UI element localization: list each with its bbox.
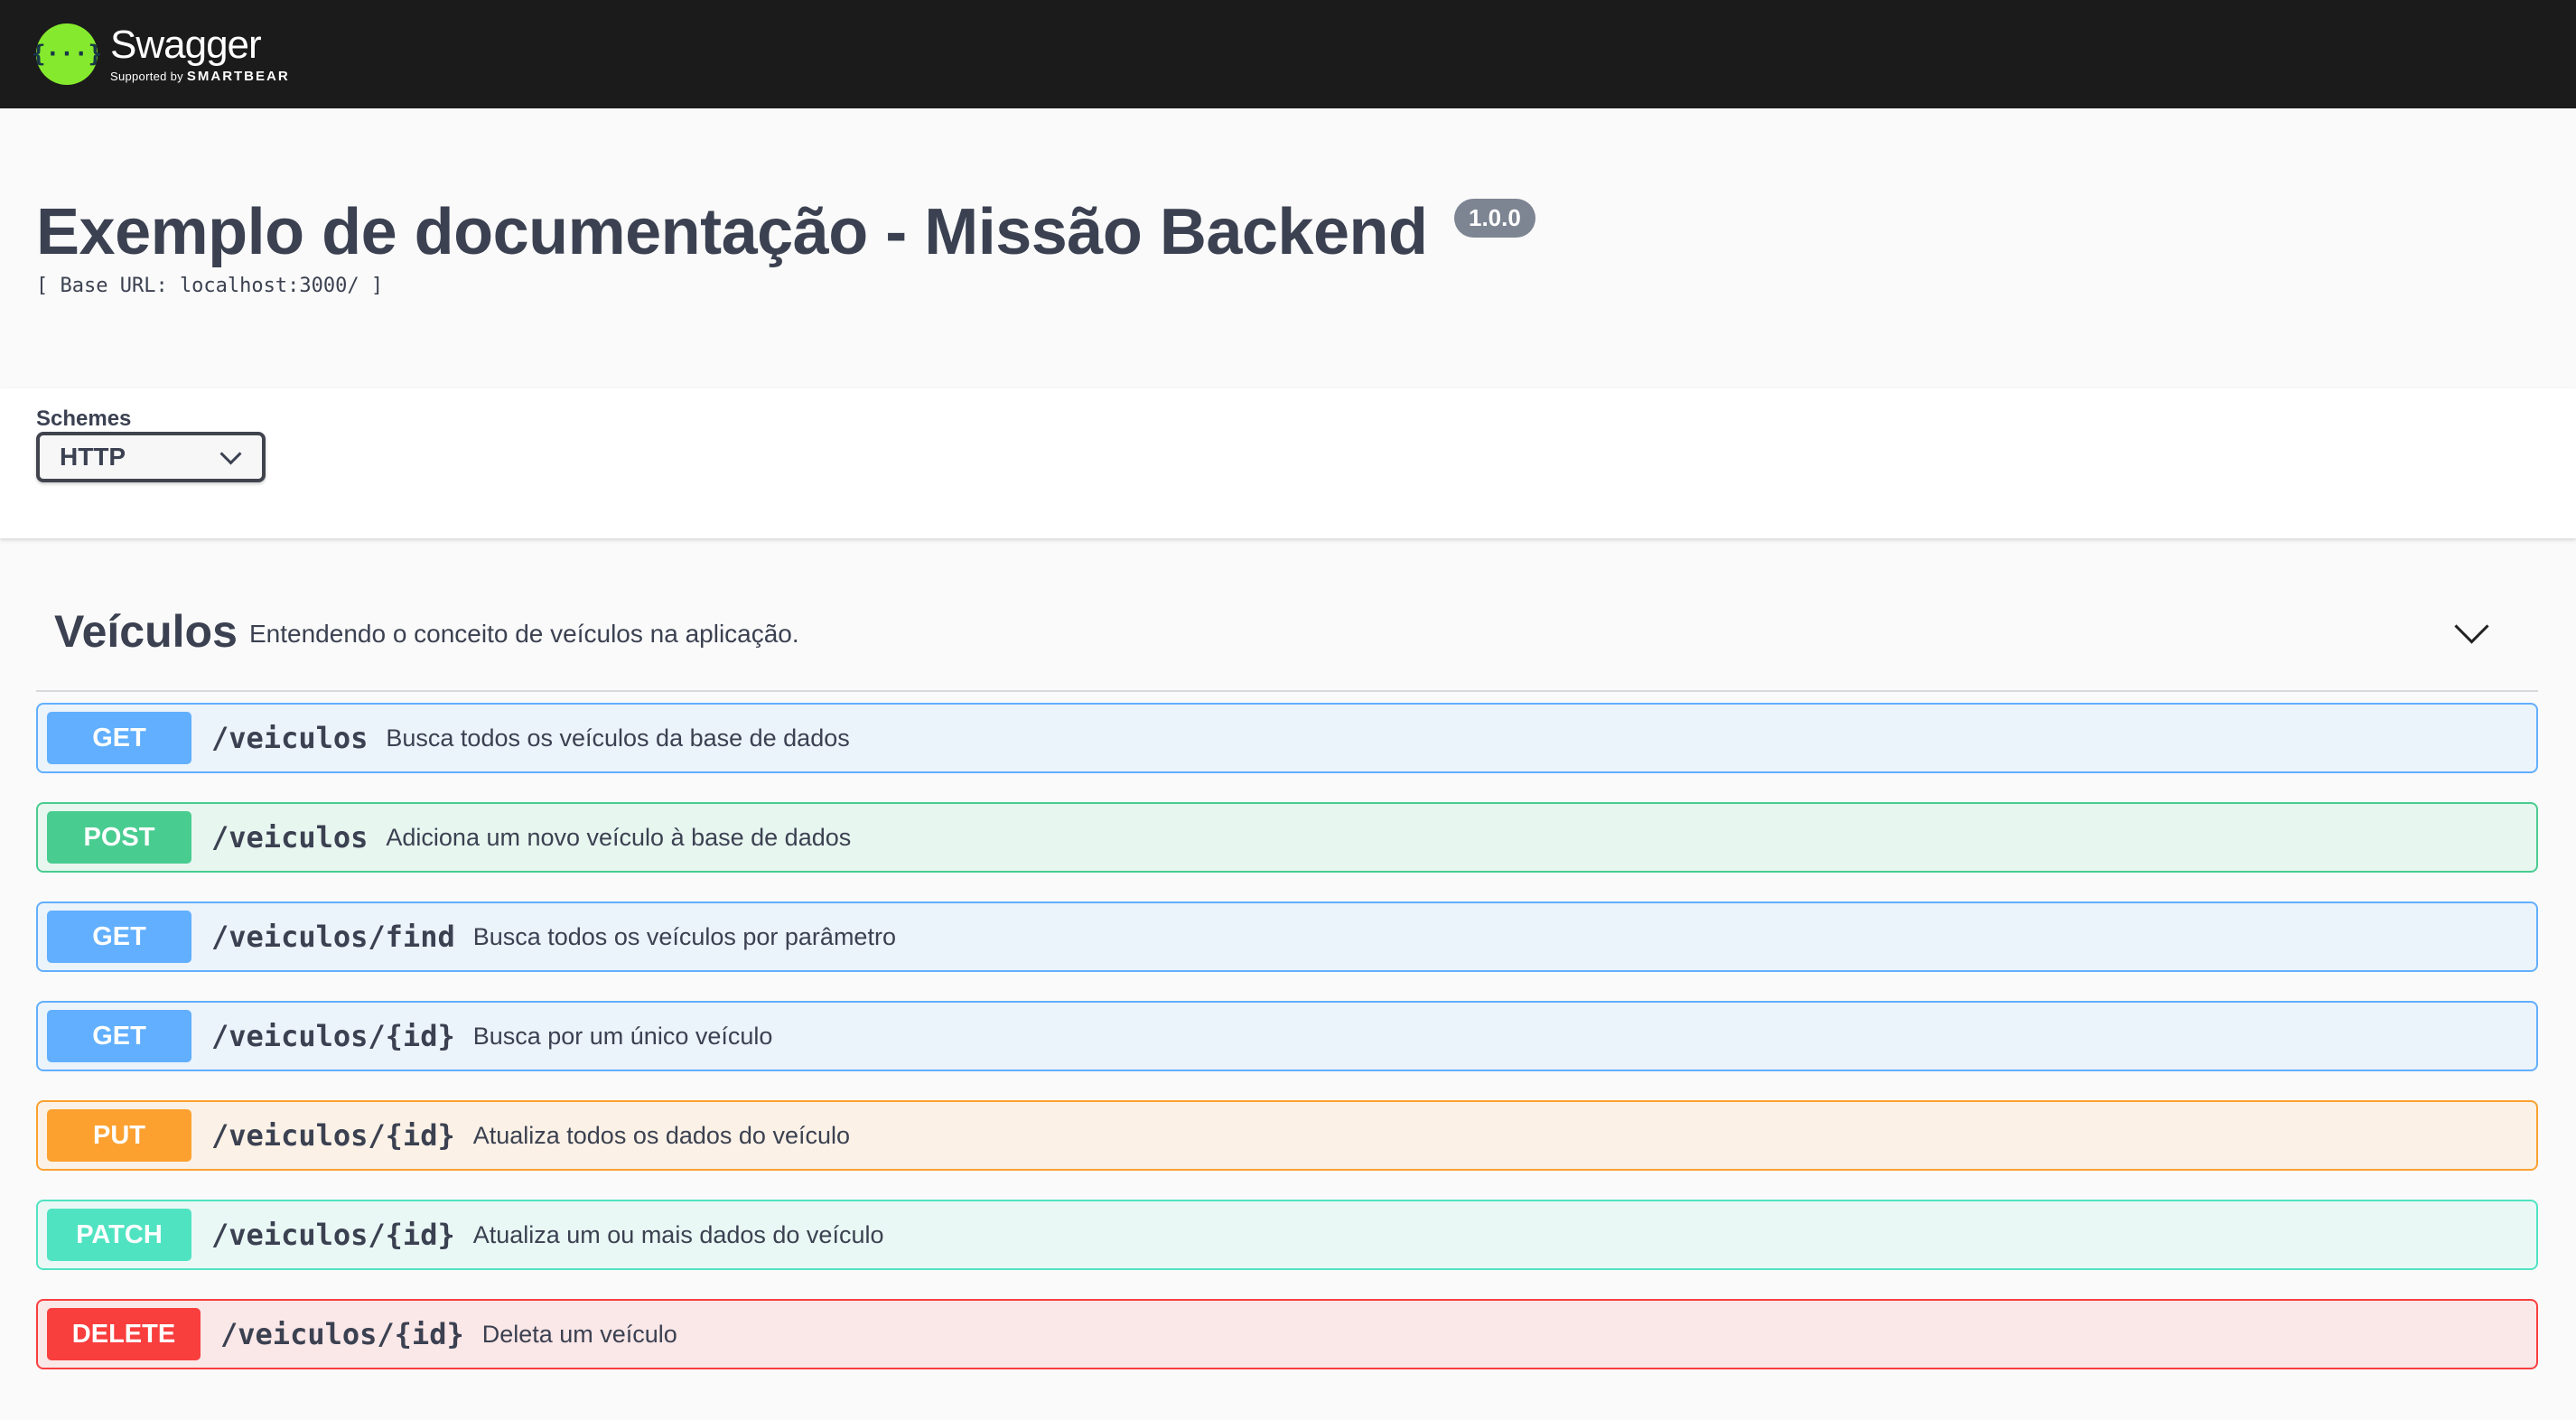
operation-path: /veiculos/{id} [220, 1317, 464, 1351]
operation-path: /veiculos/{id} [211, 1019, 455, 1053]
operation-delete-veiculos-id[interactable]: DELETE /veiculos/{id} Deleta um veículo [36, 1299, 2538, 1369]
schemes-section: Schemes HTTP [0, 388, 2576, 538]
operation-post-veiculos[interactable]: POST /veiculos Adiciona um novo veículo … [36, 802, 2538, 873]
base-url: [ Base URL: localhost:3000/ ] [36, 275, 384, 297]
brand-name: Swagger [110, 23, 262, 67]
operation-path: /veiculos/{id} [211, 1218, 455, 1252]
swagger-logo-icon: {···} [32, 23, 102, 85]
method-badge: GET [47, 712, 191, 764]
version-badge: 1.0.0 [1454, 199, 1535, 238]
supported-by-label: Supported by [110, 70, 183, 83]
operation-patch-veiculos-id[interactable]: PATCH /veiculos/{id} Atualiza um ou mais… [36, 1200, 2538, 1270]
operation-summary: Atualiza um ou mais dados do veículo [472, 1220, 884, 1248]
operation-path: /veiculos [211, 721, 369, 755]
operation-get-veiculos-id[interactable]: GET /veiculos/{id} Busca por um único ve… [36, 1001, 2538, 1071]
operation-put-veiculos-id[interactable]: PUT /veiculos/{id} Atualiza todos os dad… [36, 1100, 2538, 1171]
method-badge: PUT [47, 1109, 191, 1162]
company-name: SMARTBEAR [186, 69, 290, 84]
swagger-logo[interactable]: {···} Swagger Supported by SMARTBEAR [32, 18, 290, 90]
method-badge: POST [47, 811, 191, 864]
method-badge: PATCH [47, 1209, 191, 1261]
operation-summary: Atualiza todos os dados do veículo [472, 1121, 850, 1149]
info-section: Exemplo de documentação - Missão Backend… [0, 108, 2576, 388]
chevron-down-icon[interactable] [2454, 609, 2489, 644]
logo-text: Swagger Supported by SMARTBEAR [110, 24, 290, 84]
tag-header-veiculos[interactable]: Veículos Entendendo o conceito de veícul… [36, 578, 2538, 692]
operation-path: /veiculos/find [211, 920, 455, 954]
operation-get-veiculos-find[interactable]: GET /veiculos/find Busca todos os veícul… [36, 902, 2538, 972]
method-badge: GET [47, 1010, 191, 1062]
operation-summary: Deleta um veículo [481, 1320, 677, 1348]
tag-name: Veículos [54, 606, 238, 657]
operation-summary: Busca todos os veículos da base de dados [386, 724, 850, 752]
chevron-down-icon [219, 442, 242, 465]
operation-path: /veiculos [211, 820, 369, 855]
page-title: Exemplo de documentação - Missão Backend [36, 196, 1428, 268]
schemes-label: Schemes [36, 406, 132, 431]
schemes-select[interactable]: HTTP [36, 432, 266, 482]
operation-get-veiculos[interactable]: GET /veiculos Busca todos os veículos da… [36, 703, 2538, 773]
tag-description: Entendendo o conceito de veículos na apl… [249, 620, 799, 648]
operation-summary: Busca por um único veículo [472, 1022, 773, 1050]
operation-summary: Adiciona um novo veículo à base de dados [386, 823, 852, 851]
schemes-selected-value: HTTP [60, 443, 126, 471]
operation-summary: Busca todos os veículos por parâmetro [472, 922, 896, 950]
method-badge: GET [47, 911, 191, 963]
method-badge: DELETE [47, 1308, 201, 1360]
supported-by: Supported by SMARTBEAR [110, 70, 290, 84]
operation-path: /veiculos/{id} [211, 1118, 455, 1153]
topbar: {···} Swagger Supported by SMARTBEAR [0, 0, 2576, 108]
